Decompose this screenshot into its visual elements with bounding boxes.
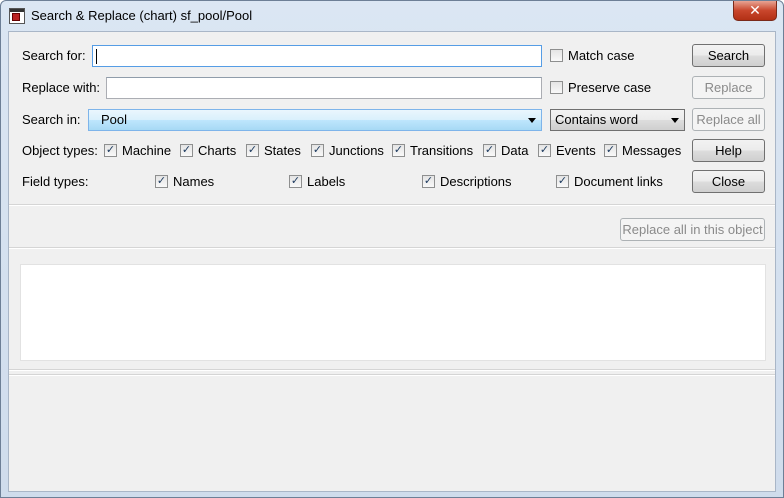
help-button[interactable]: Help	[692, 139, 765, 162]
replace-with-label: Replace with:	[22, 80, 101, 95]
object-type-events-label: Events	[556, 143, 596, 158]
stateflow-app-icon	[9, 8, 25, 24]
divider	[9, 204, 775, 206]
field-type-descriptions-checkbox[interactable]	[422, 175, 435, 188]
field-type-document-links-label: Document links	[574, 174, 663, 189]
close-window-button[interactable]: ✕	[733, 1, 777, 21]
field-types-label: Field types:	[22, 174, 89, 189]
object-type-junctions-label: Junctions	[329, 143, 384, 158]
chevron-down-icon	[528, 118, 536, 123]
object-type-transitions-checkbox[interactable]	[392, 144, 405, 157]
object-type-states-label: States	[264, 143, 301, 158]
results-pane[interactable]	[20, 264, 766, 361]
field-type-names-checkbox[interactable]	[155, 175, 168, 188]
match-case-label: Match case	[568, 48, 635, 63]
object-type-data-checkbox[interactable]	[483, 144, 496, 157]
match-mode-value: Contains word	[555, 112, 639, 127]
divider	[9, 369, 775, 371]
field-type-names-label: Names	[173, 174, 215, 189]
replace-button[interactable]: Replace	[692, 76, 765, 99]
field-type-document-links-checkbox[interactable]	[556, 175, 569, 188]
search-for-label: Search for:	[22, 48, 86, 63]
chevron-down-icon	[671, 118, 679, 123]
search-button[interactable]: Search	[692, 44, 765, 67]
field-type-labels-checkbox[interactable]	[289, 175, 302, 188]
object-type-machine-label: Machine	[122, 143, 172, 158]
object-type-junctions-checkbox[interactable]	[311, 144, 324, 157]
field-type-descriptions-label: Descriptions	[440, 174, 512, 189]
object-type-events-checkbox[interactable]	[538, 144, 551, 157]
object-types-label: Object types:	[22, 143, 98, 158]
dialog-body: Search for: Match case Search Replace wi…	[8, 31, 776, 492]
field-type-labels-label: Labels	[307, 174, 346, 189]
match-case-checkbox[interactable]	[550, 49, 563, 62]
replace-all-in-object-button[interactable]: Replace all in this object	[620, 218, 765, 241]
preserve-case-label: Preserve case	[568, 80, 652, 95]
search-input[interactable]	[92, 45, 542, 67]
text-caret	[96, 49, 97, 64]
search-in-dropdown[interactable]: Pool	[88, 109, 542, 131]
replace-all-button[interactable]: Replace all	[692, 108, 765, 131]
search-in-value: Pool	[101, 112, 128, 127]
divider	[9, 374, 775, 376]
object-type-states-checkbox[interactable]	[246, 144, 259, 157]
search-replace-window: Search & Replace (chart) sf_pool/Pool ✕ …	[0, 0, 784, 498]
object-type-charts-checkbox[interactable]	[180, 144, 193, 157]
divider	[9, 247, 775, 249]
match-mode-dropdown[interactable]: Contains word	[550, 109, 685, 131]
replace-input[interactable]	[106, 77, 542, 99]
object-type-messages-label: Messages	[622, 143, 682, 158]
object-type-machine-checkbox[interactable]	[104, 144, 117, 157]
object-type-charts-label: Charts	[198, 143, 237, 158]
object-type-transitions-label: Transitions	[410, 143, 474, 158]
close-button[interactable]: Close	[692, 170, 765, 193]
object-type-messages-checkbox[interactable]	[604, 144, 617, 157]
title-bar: Search & Replace (chart) sf_pool/Pool ✕	[1, 1, 783, 31]
search-in-label: Search in:	[22, 112, 81, 127]
preserve-case-checkbox[interactable]	[550, 81, 563, 94]
object-type-data-label: Data	[501, 143, 529, 158]
window-title: Search & Replace (chart) sf_pool/Pool	[31, 8, 253, 23]
